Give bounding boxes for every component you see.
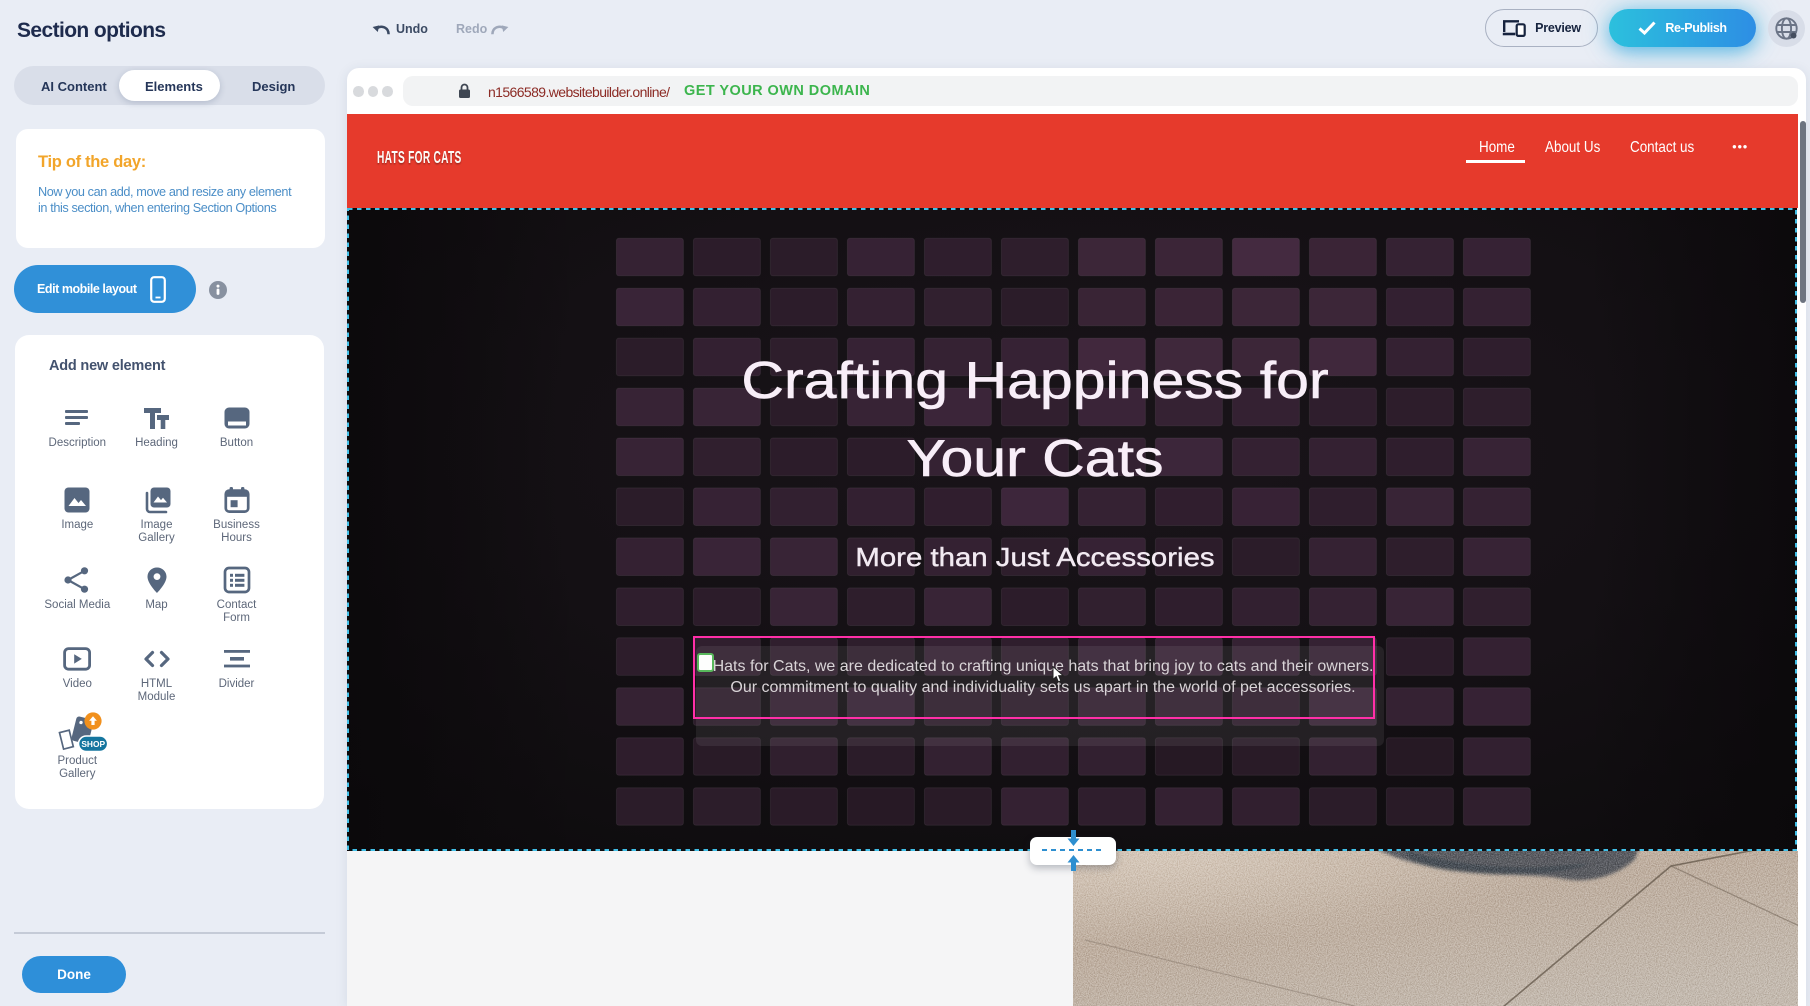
svg-text:SHOP: SHOP xyxy=(82,739,106,749)
